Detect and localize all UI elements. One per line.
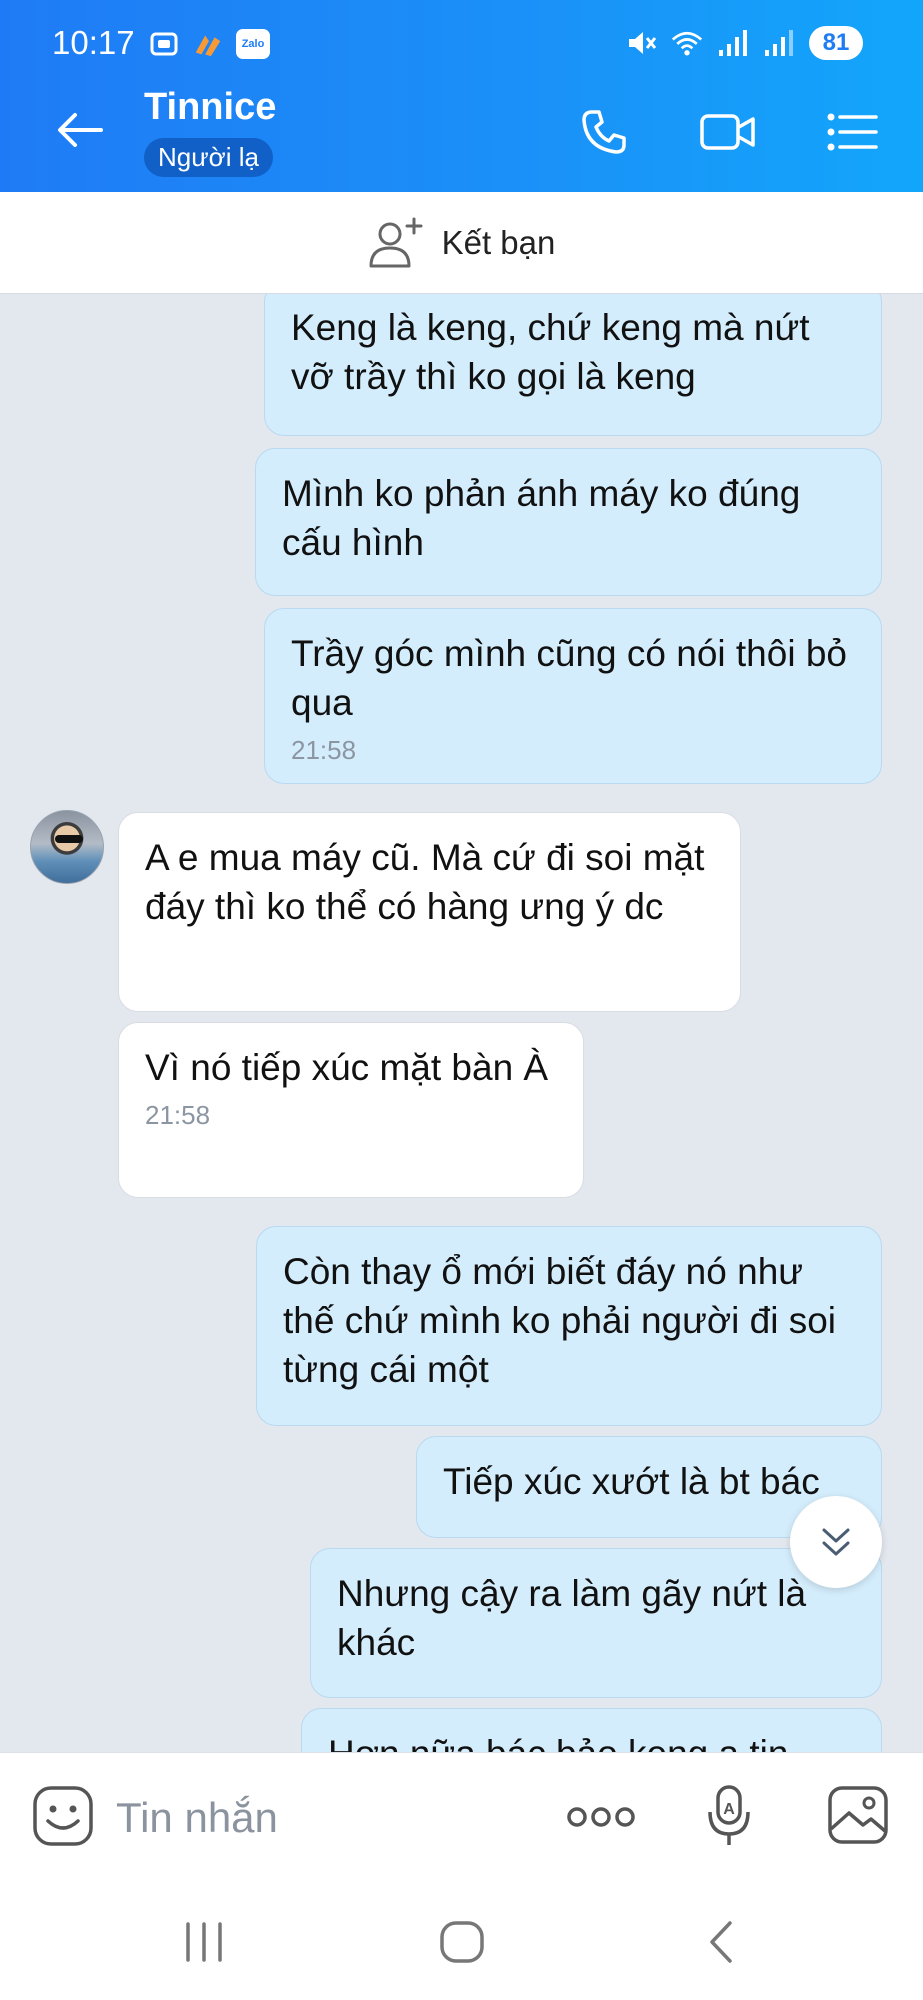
message-list[interactable]: Keng là keng, chứ keng mà nứt vỡ trầy th… [0,294,923,1752]
message-bubble-outgoing[interactable]: Trầy góc mình cũng có nói thôi bỏ qua 21… [264,608,882,784]
message-input-bar: A [0,1752,923,1882]
chevron-double-down-icon [822,1528,850,1556]
signal-icon-1 [717,27,749,59]
message-text: Hơn nữa bác bảo keng ạ tin [328,1733,788,1752]
image-icon[interactable] [826,1783,890,1847]
message-bubble-outgoing[interactable]: Còn thay ổ mới biết đáy nó như thế chứ m… [256,1226,882,1426]
mute-icon [625,27,657,59]
scroll-to-bottom-button[interactable] [790,1496,882,1588]
message-bubble-incoming[interactable]: Vì nó tiếp xúc mặt bàn À 21:58 [118,1022,584,1198]
phone-icon[interactable] [572,100,636,164]
menu-list-icon[interactable] [820,100,884,164]
battery-indicator: 81 [809,26,863,60]
zalo-notification-icon: Zalo [236,29,270,59]
message-text: Nhưng cậy ra làm gãy nứt là khác [337,1573,807,1663]
home-icon[interactable] [422,1912,502,1972]
recent-apps-icon[interactable] [164,1912,244,1972]
add-friend-label: Kết bạn [441,223,556,261]
wifi-icon [671,27,703,59]
back-icon[interactable] [682,1912,762,1972]
avatar-glasses [55,835,83,843]
message-bubble-outgoing[interactable]: Mình ko phản ánh máy ko đúng cấu hình [255,448,882,596]
chat-header: 10:17 Zalo 81 Tinnice Người lạ [0,0,923,192]
signal-icon-2 [763,27,795,59]
message-text: Trầy góc mình cũng có nói thôi bỏ qua [291,633,847,723]
add-friend-button[interactable]: Kết bạn [0,192,923,294]
add-friend-icon [369,217,423,267]
message-bubble-outgoing[interactable]: Keng là keng, chứ keng mà nứt vỡ trầy th… [264,294,882,436]
message-time: 21:58 [291,735,357,765]
message-text: Vì nó tiếp xúc mặt bàn À [145,1047,549,1088]
sticker-icon[interactable] [30,1783,96,1849]
stranger-badge: Người lạ [144,138,273,177]
video-call-icon[interactable] [696,100,760,164]
system-nav-bar [0,1882,923,2000]
svg-text:A: A [723,1801,735,1818]
more-options-icon[interactable] [562,1789,640,1845]
message-time: 21:58 [145,1100,211,1130]
message-text: Mình ko phản ánh máy ko đúng cấu hình [282,473,801,563]
status-bar: 10:17 Zalo 81 [0,0,923,90]
status-system-icons: 81 [625,26,863,60]
status-time: 10:17 [52,24,135,61]
back-arrow-icon[interactable] [52,105,108,155]
message-text: Còn thay ổ mới biết đáy nó như thế chứ m… [283,1251,837,1390]
message-text: Keng là keng, chứ keng mà nứt vỡ trầy th… [291,307,810,397]
contact-avatar[interactable] [30,810,104,884]
message-input[interactable] [116,1783,536,1853]
message-bubble-outgoing[interactable]: Nhưng cậy ra làm gãy nứt là khác [310,1548,882,1698]
status-notification-icons: Zalo [148,28,270,60]
message-bubble-incoming[interactable]: A e mua máy cũ. Mà cứ đi soi mặt đáy thì… [118,812,741,1012]
message-text: Tiếp xúc xướt là bt bác [443,1461,820,1502]
contact-name[interactable]: Tinnice [144,86,276,129]
message-bubble-outgoing[interactable]: Hơn nữa bác bảo keng ạ tin [301,1708,882,1752]
app-notification-icon [192,28,224,60]
screenshot-icon [148,28,180,60]
voice-input-icon[interactable]: A [702,1781,758,1851]
message-text: A e mua máy cũ. Mà cứ đi soi mặt đáy thì… [145,837,705,927]
